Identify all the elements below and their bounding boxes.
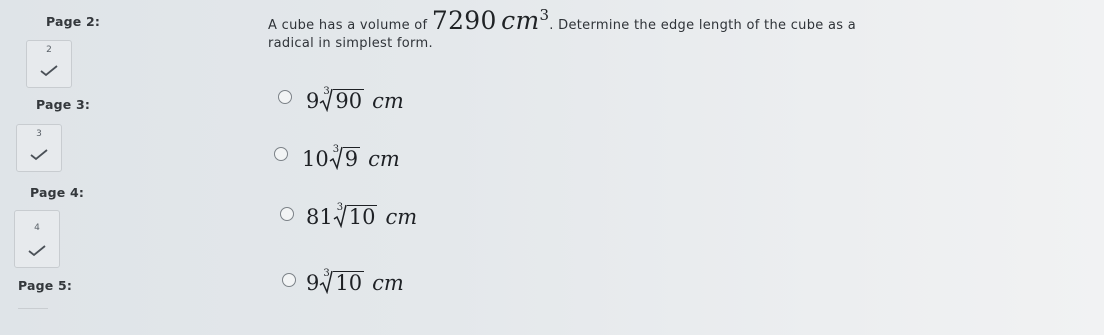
option-3-radicand: 10 xyxy=(346,205,378,229)
page-2-button[interactable]: 2 xyxy=(26,40,72,88)
page-3-button[interactable]: 3 xyxy=(16,124,62,172)
option-1-answer[interactable]: 9 3 90 cm xyxy=(306,86,404,113)
page-4-label: Page 4: xyxy=(30,185,85,200)
question-text: A cube has a volume of 7290 cm3. Determi… xyxy=(268,6,856,35)
option-4-unit: cm xyxy=(372,271,404,295)
option-4-radicand: 10 xyxy=(333,271,365,295)
option-3-radio[interactable] xyxy=(280,207,294,221)
volume-unit: cm xyxy=(501,6,540,35)
option-4-radio[interactable] xyxy=(282,273,296,287)
option-4-radical: 3 10 xyxy=(319,268,365,295)
sidebar-divider xyxy=(18,308,48,309)
option-4-answer[interactable]: 9 3 10 cm xyxy=(306,268,404,295)
volume-exponent: 3 xyxy=(539,5,550,24)
option-4-coefficient: 9 xyxy=(306,271,320,295)
option-3-radical: 3 10 xyxy=(333,202,378,229)
option-2-radicand: 9 xyxy=(342,147,361,171)
checkmark-icon xyxy=(40,65,58,77)
option-2-radical: 39 xyxy=(329,144,361,171)
page-2-number: 2 xyxy=(46,45,52,55)
page-4-number: 4 xyxy=(34,223,40,233)
page-4-button[interactable]: 4 xyxy=(14,210,60,268)
option-2-radio[interactable] xyxy=(274,147,288,161)
option-3-unit: cm xyxy=(385,205,418,229)
question-prefix: A cube has a volume of xyxy=(268,18,428,33)
option-2-answer[interactable]: 10 3 9 cm xyxy=(302,144,400,171)
option-1-index: 3 xyxy=(323,86,330,97)
page-3-number: 3 xyxy=(36,129,42,139)
option-1-radical: 3 90 xyxy=(319,86,365,113)
page-2-label: Page 2: xyxy=(46,14,101,29)
question-suffix: . Determine the edge length of the cube … xyxy=(549,18,857,33)
option-4-index: 3 xyxy=(323,268,330,279)
option-1-radicand: 90 xyxy=(333,89,365,113)
checkmark-icon xyxy=(30,149,48,161)
volume-value: 7290 xyxy=(431,6,497,35)
option-1-unit: cm xyxy=(372,89,404,113)
option-3-index: 3 xyxy=(336,202,344,213)
checkmark-icon xyxy=(28,245,46,257)
option-1-radio[interactable] xyxy=(278,90,292,104)
page-3-label: Page 3: xyxy=(36,97,91,112)
option-3-coefficient: 81 xyxy=(306,205,333,229)
option-2-index: 3 xyxy=(332,144,340,155)
page-5-label: Page 5: xyxy=(18,278,73,293)
option-3-answer[interactable]: 81 3 10 cm xyxy=(306,202,418,229)
option-2-unit: cm xyxy=(368,147,400,171)
question-line-2: radical in simplest form. xyxy=(268,36,433,51)
option-1-coefficient: 9 xyxy=(306,89,320,113)
option-2-coefficient: 10 xyxy=(302,147,329,171)
